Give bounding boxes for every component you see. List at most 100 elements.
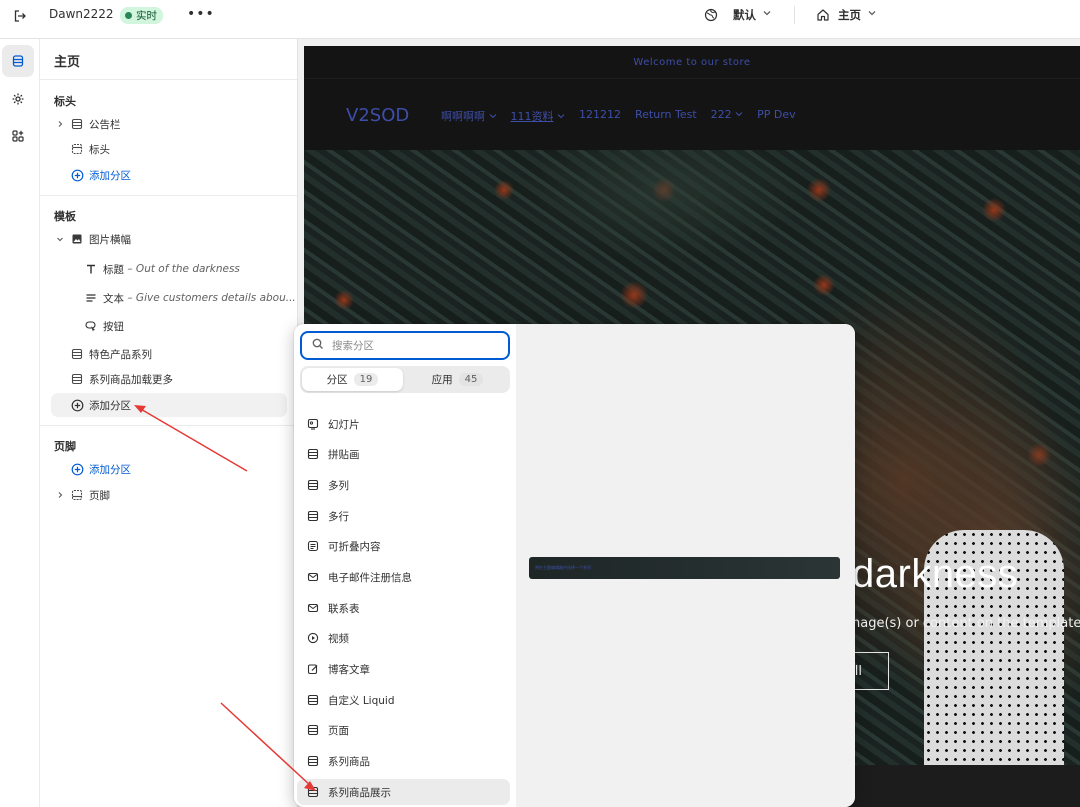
divider <box>794 6 795 24</box>
list-item-label: 自定义 Liquid <box>328 694 395 707</box>
block-item-label: 标题 <box>103 263 124 276</box>
theme-selector-label[interactable]: 默认 <box>733 7 756 23</box>
slideshow-icon <box>306 417 320 431</box>
chevron-right-icon[interactable] <box>54 120 66 128</box>
section-item-label: 公告栏 <box>89 118 121 131</box>
list-item[interactable]: 自定义 Liquid <box>297 687 510 713</box>
section-icon <box>306 723 320 737</box>
nav-item[interactable]: 啊啊啊啊 <box>441 108 497 124</box>
tab-label: 分区 <box>326 374 348 386</box>
section-icon <box>306 693 320 707</box>
tab-label: 应用 <box>431 374 453 386</box>
list-item-label: 电子邮件注册信息 <box>328 571 412 584</box>
hero-headline: darkness <box>852 552 1019 596</box>
list-item[interactable]: 多列 <box>297 472 510 498</box>
block-item-label: 按钮 <box>103 320 124 333</box>
globe-icon[interactable] <box>704 8 718 25</box>
section-icon <box>306 785 320 799</box>
search-input[interactable] <box>332 339 492 352</box>
list-item[interactable]: 可折叠内容 <box>297 533 510 559</box>
nav-item[interactable]: 121212 <box>579 108 621 124</box>
chevron-down-icon[interactable] <box>54 235 66 243</box>
section-icon <box>70 347 84 361</box>
section-item-collection-load-more[interactable]: 系列商品加载更多 <box>70 368 173 390</box>
list-item-label: 系列商品 <box>328 755 370 768</box>
nav-item[interactable]: 111资料 <box>511 108 566 124</box>
search-field[interactable] <box>300 331 510 360</box>
block-item-heading[interactable]: 标题 – Out of the darkness <box>84 258 240 280</box>
page-title: 主页 <box>54 55 81 70</box>
template-group-heading: 模板 <box>54 210 76 223</box>
icon-rail <box>0 39 40 807</box>
sections-icon[interactable] <box>2 45 34 77</box>
tab-apps[interactable]: 应用 45 <box>407 368 508 391</box>
list-item[interactable]: 幻灯片 <box>297 411 510 437</box>
plus-circle-icon <box>70 398 84 412</box>
header-group-heading: 标头 <box>54 95 76 108</box>
gear-icon[interactable] <box>2 83 34 115</box>
video-icon <box>306 631 320 645</box>
list-item[interactable]: 系列商品 <box>297 748 510 774</box>
add-section-button[interactable]: 添加分区 <box>70 164 131 186</box>
list-item-label: 视频 <box>328 632 349 645</box>
tab-sections[interactable]: 分区 19 <box>302 368 403 391</box>
chevron-down-icon[interactable] <box>762 8 772 21</box>
nav-item[interactable]: Return Test <box>635 108 697 124</box>
add-section-button-footer[interactable]: 添加分区 <box>70 458 131 480</box>
section-preview-thumbnail: 将在主题编辑器中选择一个系列 <box>529 557 840 579</box>
list-item[interactable]: 博客文章 <box>297 656 510 682</box>
block-item-detail: – Out of the darkness <box>127 263 240 275</box>
add-section-button-template[interactable]: 添加分区 <box>70 394 131 416</box>
add-section-label: 添加分区 <box>89 463 131 476</box>
footer-section-icon <box>70 488 84 502</box>
section-item-label: 特色产品系列 <box>89 348 152 361</box>
chevron-down-icon <box>735 112 743 117</box>
live-badge: 实时 <box>120 7 163 24</box>
chevron-down-icon[interactable] <box>867 8 877 21</box>
plus-circle-icon <box>70 462 84 476</box>
page-selector-label[interactable]: 主页 <box>838 7 861 23</box>
section-picker-popover: 分区 19 应用 45 幻灯片 拼贴画 多列 多行 可折叠内容 <box>294 324 855 807</box>
section-icon <box>306 509 320 523</box>
nav-item[interactable]: PP Dev <box>757 108 796 124</box>
section-item-image-banner[interactable]: 图片横幅 <box>54 228 131 250</box>
section-item-label: 系列商品加载更多 <box>89 373 173 386</box>
nav-item-label: 啊啊啊啊 <box>441 110 485 123</box>
list-item-label: 可折叠内容 <box>328 540 381 553</box>
block-item-button[interactable]: 按钮 <box>84 315 124 337</box>
list-item[interactable]: 拼贴画 <box>297 441 510 467</box>
list-item[interactable]: 视频 <box>297 625 510 651</box>
text-paragraph-icon <box>84 291 98 305</box>
list-item[interactable]: 页面 <box>297 717 510 743</box>
store-header[interactable]: V2SOD 啊啊啊啊 111资料 121212 Return Test 222 … <box>304 78 1080 150</box>
divider <box>40 195 297 196</box>
section-icon <box>306 478 320 492</box>
section-item-label: 标头 <box>89 143 110 156</box>
divider <box>40 425 297 426</box>
apps-icon[interactable] <box>2 120 34 152</box>
chevron-right-icon[interactable] <box>54 491 66 499</box>
announcement-bar[interactable]: Welcome to our store <box>304 46 1080 78</box>
nav-item[interactable]: 222 <box>711 108 744 124</box>
list-item-selected[interactable]: 系列商品展示 <box>297 779 510 805</box>
list-item[interactable]: 多行 <box>297 503 510 529</box>
list-item[interactable]: 电子邮件注册信息 <box>297 564 510 590</box>
list-item-label: 拼贴画 <box>328 448 360 461</box>
section-item-announcement[interactable]: 公告栏 <box>54 113 121 135</box>
store-logo[interactable]: V2SOD <box>346 105 409 126</box>
block-item-text[interactable]: 文本 – Give customers details abou... <box>84 287 296 309</box>
store-nav: 啊啊啊啊 111资料 121212 Return Test 222 PP Dev <box>441 108 796 124</box>
more-actions-button[interactable]: ••• <box>187 6 215 22</box>
section-item-label: 页脚 <box>89 489 110 502</box>
section-item-featured-collection[interactable]: 特色产品系列 <box>70 343 152 365</box>
home-icon[interactable] <box>816 8 830 25</box>
exit-icon[interactable] <box>10 8 30 24</box>
button-cursor-icon <box>84 319 98 333</box>
list-item[interactable]: 联系表 <box>297 595 510 621</box>
list-item-label: 多列 <box>328 479 349 492</box>
edit-icon <box>306 662 320 676</box>
divider <box>40 79 297 80</box>
section-item-header[interactable]: 标头 <box>70 138 110 160</box>
plus-circle-icon <box>70 168 84 182</box>
section-item-footer[interactable]: 页脚 <box>54 484 110 506</box>
